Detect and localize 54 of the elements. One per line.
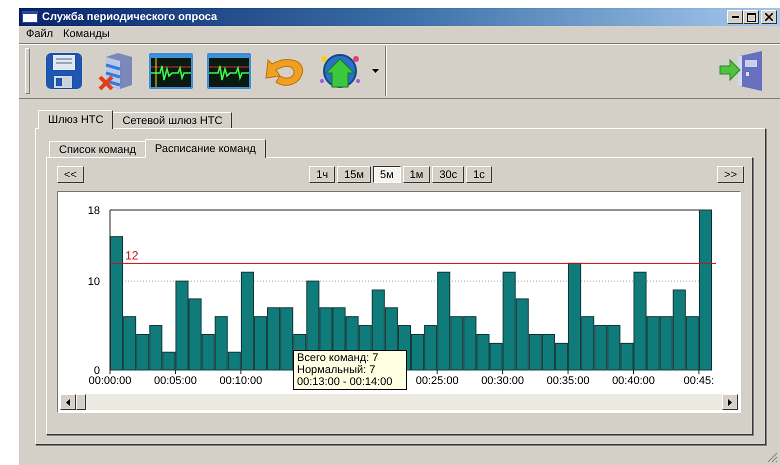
chart-bar: [411, 334, 424, 370]
close-icon: [765, 13, 773, 21]
tab[interactable]: Сетевой шлюз НТС: [112, 112, 232, 128]
zoom-button[interactable]: 5м: [372, 166, 401, 183]
axis-label: 00:10:00: [219, 375, 262, 387]
minimize-button[interactable]: [727, 10, 743, 24]
caret-icon: [372, 69, 379, 73]
axis-label: 00:00:00: [88, 375, 132, 387]
axis-label: 00:40:00: [612, 375, 655, 387]
zoom-button[interactable]: 30с: [432, 166, 464, 183]
axis-label: 10: [88, 276, 100, 288]
chart-bar: [542, 334, 555, 370]
waveform-monitor-icon: [148, 52, 194, 90]
chart-bar: [594, 325, 608, 370]
globe-house-icon: [318, 51, 362, 91]
tooltip-line: Нормальный: 7: [297, 364, 376, 376]
maximize-icon: [746, 12, 756, 22]
axis-label: 00:05:00: [154, 375, 197, 387]
tab[interactable]: Шлюз НТС: [38, 110, 114, 129]
scroll-left-button[interactable]: [60, 394, 76, 410]
chart-bar: [267, 307, 280, 370]
exit-door-icon: [718, 50, 764, 92]
axis-label: 18: [88, 205, 100, 217]
scroll-thumb[interactable]: [76, 394, 86, 410]
right-arrow-icon: [728, 398, 732, 406]
window-title: Служба периодического опроса: [42, 11, 218, 23]
maximize-button[interactable]: [743, 10, 759, 24]
tab[interactable]: Список команд: [49, 141, 146, 157]
tooltip-line: 00:13:00 - 00:14:00: [297, 376, 394, 388]
close-button[interactable]: [761, 10, 777, 24]
left-arrow-icon: [66, 398, 70, 406]
threshold-label: 12: [125, 248, 138, 262]
zoom-button[interactable]: 1ч: [309, 166, 336, 183]
scroll-right-button[interactable]: [722, 394, 738, 410]
zoom-button[interactable]: 1с: [466, 166, 492, 183]
next-button[interactable]: >>: [717, 166, 744, 183]
axis-label: 00:45:: [684, 375, 714, 387]
tooltip-line: Всего команд: 7: [297, 352, 380, 364]
waveform-monitor-icon: [206, 52, 252, 90]
minimize-icon: [732, 16, 738, 18]
window-icon: [22, 11, 38, 23]
tab[interactable]: Расписание команд: [144, 139, 266, 158]
dropdown-button[interactable]: [370, 69, 381, 73]
axis-label: 00:35:00: [546, 375, 590, 387]
zoom-button[interactable]: 15м: [337, 166, 371, 183]
axis-label: 00:25:00: [416, 375, 459, 387]
menu-item[interactable]: Команды: [63, 28, 110, 43]
zoom-button[interactable]: 1м: [402, 166, 430, 183]
horizontal-scrollbar[interactable]: [60, 394, 738, 410]
menu-item[interactable]: Файл: [26, 28, 54, 43]
previous-button[interactable]: <<: [57, 166, 84, 183]
resize-grip-icon: [767, 452, 778, 463]
axis-label: 0: [94, 365, 100, 377]
axis-label: 00:30:00: [481, 375, 524, 387]
